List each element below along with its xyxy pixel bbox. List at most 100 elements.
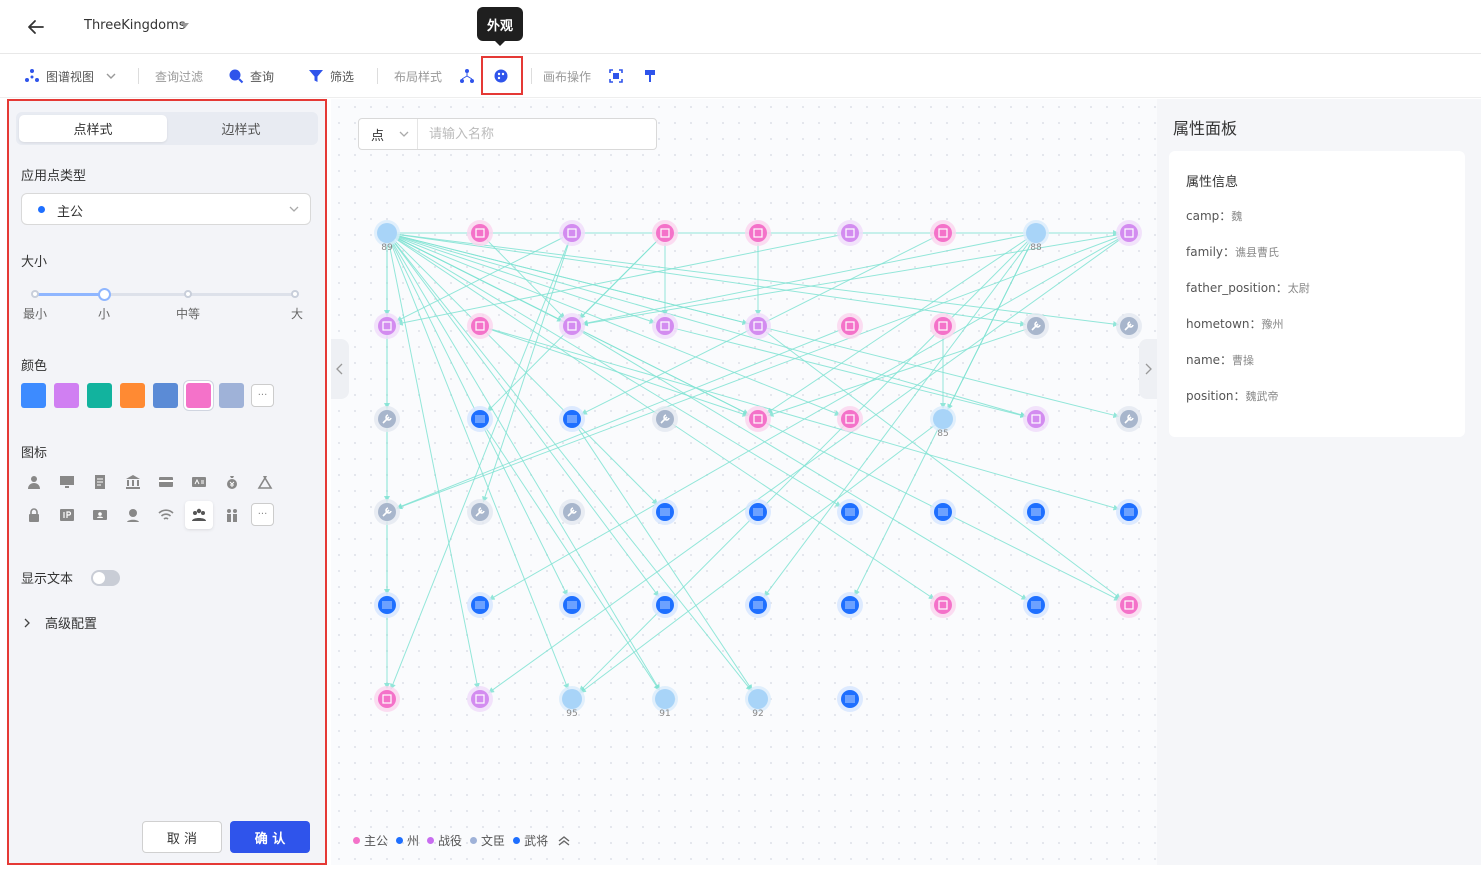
legend-item[interactable]: 文臣 xyxy=(470,832,505,849)
legend-item[interactable]: 州 xyxy=(396,832,419,849)
graph-node[interactable] xyxy=(1023,592,1049,618)
search-input[interactable] xyxy=(419,119,655,149)
graph-edge[interactable] xyxy=(485,427,660,691)
graph-node[interactable] xyxy=(930,592,956,618)
graph-node[interactable] xyxy=(837,592,863,618)
graph-node[interactable] xyxy=(559,592,585,618)
contact-card-icon[interactable] xyxy=(86,501,114,529)
color-swatch[interactable] xyxy=(186,383,211,408)
document-icon[interactable] xyxy=(86,468,114,496)
wifi-icon[interactable] xyxy=(152,501,180,529)
graph-node[interactable] xyxy=(374,499,400,525)
graph-node[interactable] xyxy=(837,220,863,246)
graph-node[interactable] xyxy=(467,499,493,525)
graph-view-button[interactable]: 图谱视图 xyxy=(24,54,118,98)
graph-node[interactable] xyxy=(652,499,678,525)
node-type-select[interactable]: 主公 xyxy=(21,193,311,225)
graph-node[interactable] xyxy=(559,499,585,525)
layout-button[interactable] xyxy=(459,54,475,98)
graph-node[interactable] xyxy=(930,499,956,525)
graph-node[interactable] xyxy=(930,313,956,339)
id-card-icon[interactable] xyxy=(185,468,213,496)
graph-node[interactable] xyxy=(652,220,678,246)
slider-stop[interactable] xyxy=(184,290,192,298)
graph-node[interactable] xyxy=(374,592,400,618)
graph-node[interactable] xyxy=(559,313,585,339)
graph-node[interactable] xyxy=(837,406,863,432)
graph-edge[interactable] xyxy=(489,328,749,417)
user-badge-icon[interactable] xyxy=(119,501,147,529)
graph-node[interactable] xyxy=(745,406,771,432)
graph-node[interactable] xyxy=(652,313,678,339)
graph-edge[interactable] xyxy=(577,427,753,691)
confirm-button[interactable]: 确 认 xyxy=(230,821,310,853)
filter-button[interactable]: 筛选 xyxy=(308,54,354,98)
graph-edge[interactable] xyxy=(767,328,1027,417)
graph-node[interactable] xyxy=(652,592,678,618)
graph-node[interactable]: 91 xyxy=(652,686,678,719)
color-swatch[interactable] xyxy=(153,383,178,408)
graph-node[interactable] xyxy=(837,686,863,712)
graph-node[interactable] xyxy=(745,499,771,525)
graph-node[interactable] xyxy=(1116,406,1142,432)
monitor-icon[interactable] xyxy=(53,468,81,496)
slider-stop[interactable] xyxy=(31,290,39,298)
graph-node[interactable] xyxy=(1116,313,1142,339)
graph-canvas[interactable]: 89 88 85 95 91 92 点 主公 州 战役 文臣 武将 xyxy=(331,99,1157,865)
graph-title[interactable]: ThreeKingdoms xyxy=(84,18,186,33)
search-type-select[interactable]: 点 xyxy=(359,119,418,149)
slider-stop[interactable] xyxy=(291,290,299,298)
lock-icon[interactable] xyxy=(20,501,48,529)
graph-node[interactable] xyxy=(652,406,678,432)
back-arrow-icon[interactable] xyxy=(24,15,48,39)
graph-node[interactable] xyxy=(745,220,771,246)
graph-svg[interactable]: 89 88 85 95 91 92 xyxy=(331,99,1157,865)
color-swatch[interactable] xyxy=(120,383,145,408)
graph-node[interactable]: 95 xyxy=(559,686,585,719)
graph-edge[interactable] xyxy=(396,329,841,509)
graph-node[interactable] xyxy=(1116,220,1142,246)
color-swatch[interactable] xyxy=(54,383,79,408)
graph-node[interactable] xyxy=(1116,592,1142,618)
ip-icon[interactable] xyxy=(53,501,81,529)
legend-item[interactable]: 战役 xyxy=(427,832,462,849)
more-icons-button[interactable]: ··· xyxy=(251,503,274,526)
graph-node[interactable] xyxy=(837,313,863,339)
size-slider-handle[interactable] xyxy=(98,288,111,301)
brush-button[interactable] xyxy=(642,54,658,98)
graph-node[interactable] xyxy=(374,406,400,432)
family-icon[interactable] xyxy=(218,501,246,529)
query-button[interactable]: 查询 xyxy=(228,54,274,98)
graph-node[interactable] xyxy=(930,220,956,246)
collapse-right-button[interactable] xyxy=(1139,339,1157,399)
graph-node[interactable] xyxy=(1023,499,1049,525)
legend-item[interactable]: 主公 xyxy=(353,832,388,849)
graph-node[interactable] xyxy=(374,686,400,712)
color-swatch[interactable] xyxy=(21,383,46,408)
graph-edge[interactable] xyxy=(388,242,480,690)
graph-node[interactable] xyxy=(1116,499,1142,525)
graph-node[interactable] xyxy=(559,406,585,432)
color-swatch[interactable] xyxy=(219,383,244,408)
cancel-button[interactable]: 取 消 xyxy=(142,821,222,853)
graph-node[interactable] xyxy=(837,499,863,525)
money-bag-icon[interactable] xyxy=(218,468,246,496)
fit-view-button[interactable] xyxy=(608,54,624,98)
graph-edge[interactable] xyxy=(766,238,1028,414)
legend-item[interactable]: 武将 xyxy=(513,832,548,849)
user-icon[interactable] xyxy=(20,468,48,496)
graph-node[interactable] xyxy=(467,220,493,246)
graph-edge[interactable] xyxy=(482,242,570,503)
show-text-toggle[interactable] xyxy=(91,570,120,586)
graph-node[interactable] xyxy=(745,313,771,339)
tab-edge-style[interactable]: 边样式 xyxy=(167,115,315,142)
graph-node[interactable]: 85 xyxy=(930,406,956,439)
graph-node[interactable] xyxy=(745,592,771,618)
graph-edge[interactable] xyxy=(392,240,752,692)
bank-icon[interactable] xyxy=(119,468,147,496)
color-swatch[interactable] xyxy=(87,383,112,408)
collapse-left-button[interactable] xyxy=(331,339,349,399)
advanced-config-expander[interactable]: 高级配置 xyxy=(21,613,97,632)
graph-node[interactable]: 92 xyxy=(745,686,771,719)
graph-node[interactable] xyxy=(1023,313,1049,339)
